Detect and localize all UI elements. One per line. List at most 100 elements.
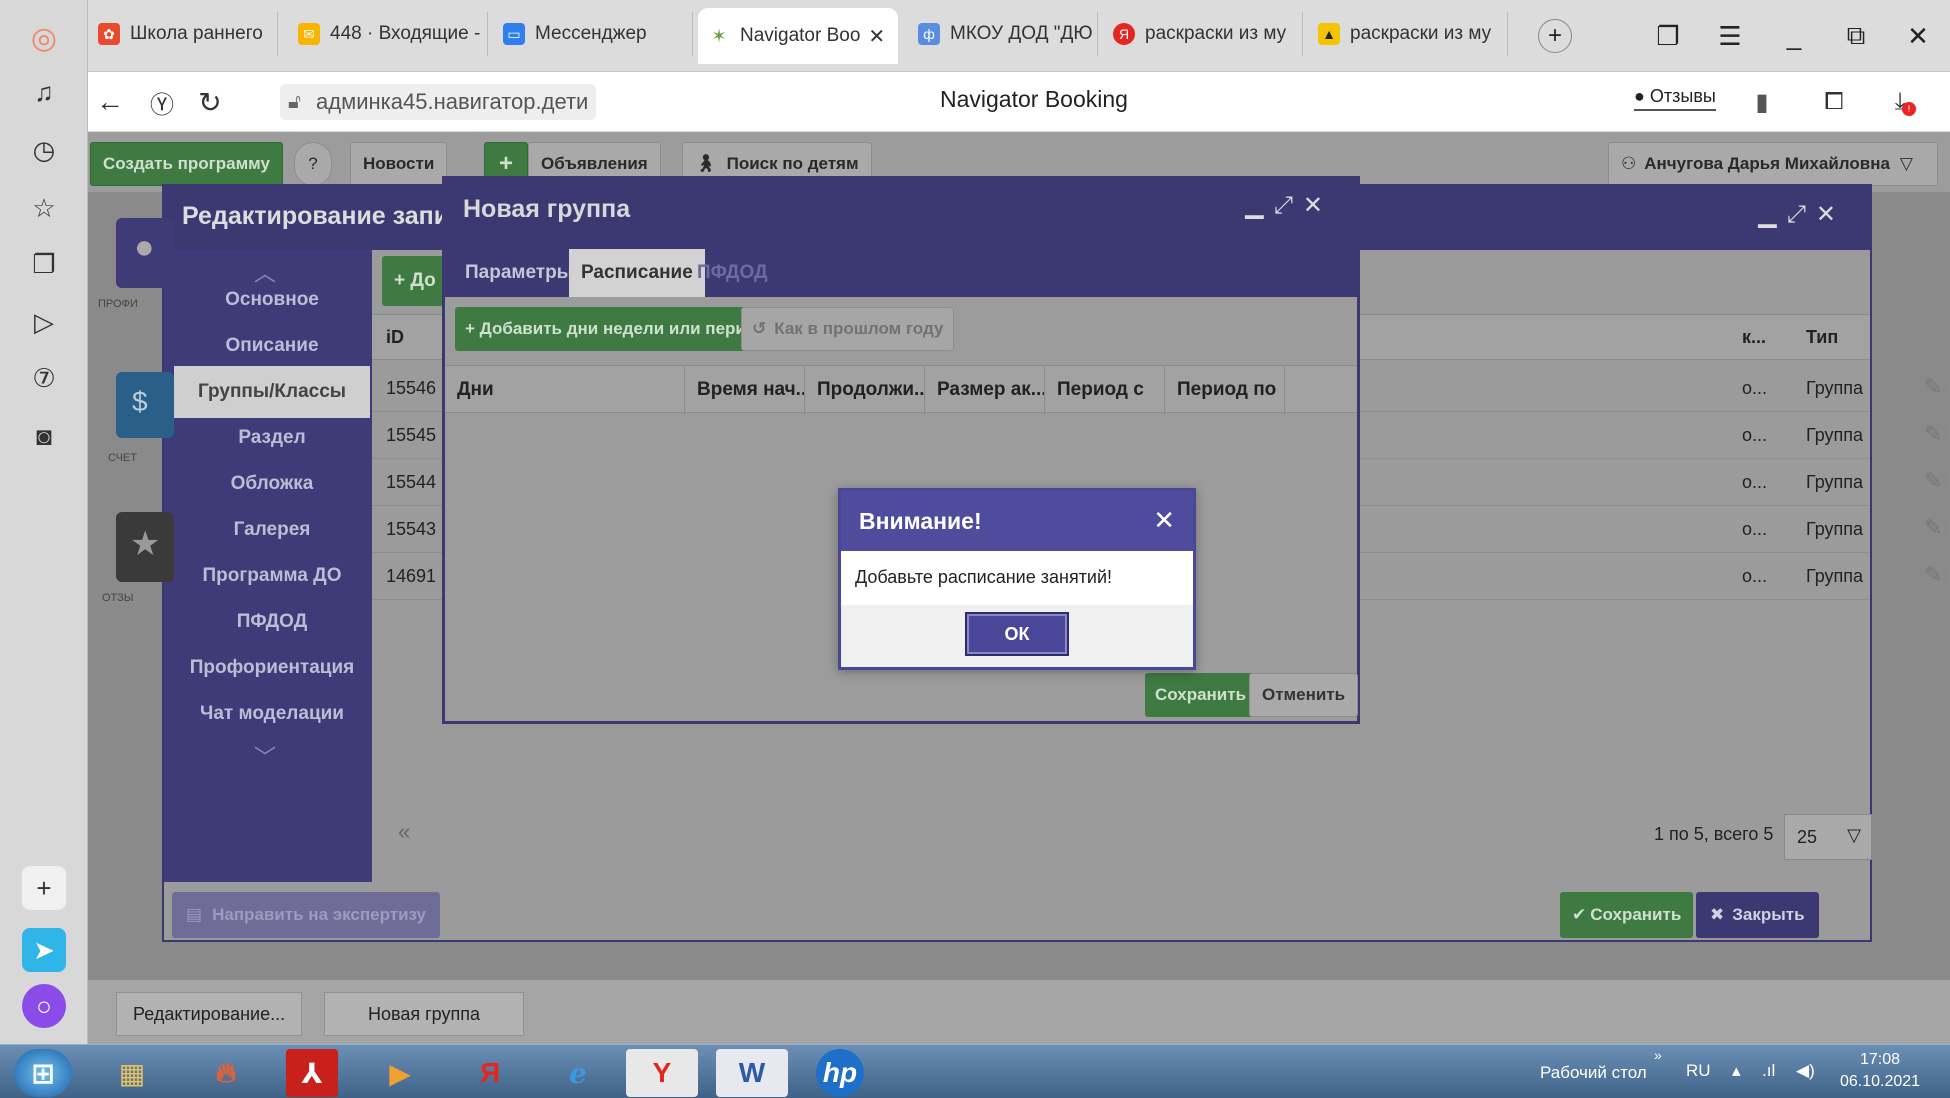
- scroll-down-icon[interactable]: ﹀: [254, 740, 276, 772]
- menu-item-program[interactable]: Программа ДО: [174, 550, 370, 602]
- hp-icon[interactable]: hp: [816, 1049, 864, 1097]
- pencil-icon[interactable]: ✎: [1924, 421, 1942, 447]
- minimize-icon[interactable]: ▁: [1758, 201, 1786, 228]
- column-start-time[interactable]: Время нач...: [685, 366, 805, 414]
- user-menu[interactable]: ⚇ Анчугова Дарья Михайловна ▽: [1608, 142, 1938, 186]
- speaker-icon[interactable]: ◀): [1796, 1061, 1815, 1081]
- signal-icon[interactable]: .ıl: [1762, 1061, 1775, 1081]
- calendar-icon[interactable]: ⑦: [22, 356, 66, 400]
- add-days-button[interactable]: + Добавить дни недели или период: [455, 307, 777, 351]
- yandex-y-icon[interactable]: Ⓨ: [142, 82, 182, 122]
- ie-icon[interactable]: ℯ: [542, 1049, 614, 1097]
- close-window-button[interactable]: ✕: [1898, 16, 1938, 56]
- column-days[interactable]: Дни: [445, 366, 685, 414]
- close-icon[interactable]: ✕: [1816, 201, 1846, 228]
- explorer-icon[interactable]: ▦: [96, 1049, 168, 1097]
- send-expertise-button[interactable]: ▤ Направить на экспертизу: [172, 892, 441, 938]
- maximize-icon[interactable]: ⤢: [1787, 201, 1816, 228]
- menu-item-chat[interactable]: Чат моделации: [174, 688, 370, 740]
- outer-save-button[interactable]: ✔ Сохранить: [1560, 892, 1694, 938]
- create-program-button[interactable]: Создать программу: [90, 142, 283, 186]
- menu-item-main[interactable]: Основное: [174, 274, 370, 326]
- close-icon[interactable]: ✕: [1153, 505, 1175, 536]
- menu-item-gallery[interactable]: Галерея: [174, 504, 370, 556]
- column-period-to[interactable]: Период по: [1165, 366, 1285, 414]
- account-tile[interactable]: $: [116, 372, 174, 438]
- tab-messenger[interactable]: ▭ Мессенджер: [493, 12, 693, 56]
- tray-up-icon[interactable]: ▴: [1732, 1061, 1741, 1081]
- reload-icon[interactable]: ↻: [190, 82, 230, 122]
- window-controls[interactable]: ▁⤢✕: [1758, 200, 1846, 229]
- bookmark-icon[interactable]: ▮: [1742, 82, 1782, 122]
- word-icon[interactable]: W: [716, 1049, 788, 1097]
- column-duration[interactable]: Продолжи...: [805, 366, 925, 414]
- acrobat-icon[interactable]: ⅄: [286, 1049, 338, 1097]
- star-icon[interactable]: ☆: [22, 186, 66, 230]
- desktop-label[interactable]: Рабочий стол: [1540, 1063, 1647, 1083]
- window-item-edit[interactable]: Редактирование...: [116, 992, 303, 1036]
- restore-button[interactable]: ⧉: [1836, 16, 1876, 56]
- yandex-app-icon[interactable]: Y: [626, 1049, 698, 1097]
- pager-prev-button[interactable]: «: [398, 819, 410, 845]
- column-period-from[interactable]: Период с: [1045, 366, 1165, 414]
- play-icon[interactable]: ▷: [22, 300, 66, 344]
- inner-save-button[interactable]: Сохранить: [1145, 673, 1257, 717]
- ok-button[interactable]: ОК: [965, 612, 1069, 656]
- help-icon[interactable]: ?: [294, 142, 332, 186]
- menu-item-section[interactable]: Раздел: [174, 412, 370, 464]
- feedback-button[interactable]: ● Отзывы: [1634, 86, 1716, 111]
- window-item-new-group[interactable]: Новая группа: [324, 992, 524, 1036]
- tab-mail[interactable]: ✉ 448 · Входящие -: [288, 12, 488, 56]
- minimize-button[interactable]: _: [1774, 16, 1814, 56]
- tab-navigator[interactable]: ✶ Navigator Boo ✕: [698, 8, 898, 64]
- chevron-right-icon[interactable]: »: [1654, 1047, 1662, 1063]
- menu-item-groups[interactable]: Группы/Классы: [174, 366, 370, 418]
- tab-mkou[interactable]: ф МКОУ ДОД "ДЮ: [908, 12, 1098, 56]
- close-tab-icon[interactable]: ✕: [868, 24, 885, 49]
- pencil-icon[interactable]: ✎: [1924, 562, 1942, 588]
- back-icon[interactable]: ←: [90, 82, 130, 122]
- news-button[interactable]: Новости: [350, 142, 448, 186]
- outer-close-button[interactable]: ✖ Закрыть: [1696, 892, 1819, 938]
- menu-item-pfdod[interactable]: ПФДОД: [174, 596, 370, 648]
- pencil-icon[interactable]: ✎: [1924, 374, 1942, 400]
- page-size-select[interactable]: 25 ▽: [1784, 814, 1872, 860]
- last-year-button[interactable]: ↺ Как в прошлом году: [741, 307, 955, 351]
- menu-icon[interactable]: ☰: [1710, 16, 1750, 56]
- menu-item-career[interactable]: Профориентация: [174, 642, 370, 694]
- browser-logo-icon[interactable]: ◎: [22, 16, 66, 60]
- new-tab-button[interactable]: +: [1538, 19, 1572, 53]
- tab-school[interactable]: ✿ Школа раннего: [88, 12, 278, 56]
- tab-parameters[interactable]: Параметры: [453, 249, 585, 297]
- column-size[interactable]: Размер ак....: [925, 366, 1045, 414]
- pencil-icon[interactable]: ✎: [1924, 515, 1942, 541]
- maximize-icon[interactable]: ⤢: [1274, 192, 1303, 219]
- bell-icon[interactable]: ♫: [22, 70, 66, 114]
- collections-icon[interactable]: ❐: [22, 242, 66, 286]
- reviews-tile[interactable]: ★: [116, 512, 174, 582]
- camera-icon[interactable]: ◙: [22, 414, 66, 458]
- profile-tile[interactable]: ●: [116, 218, 174, 288]
- yandex-browser-icon[interactable]: Я: [454, 1049, 526, 1097]
- clock-icon[interactable]: ◷: [22, 128, 66, 172]
- tab-manager-icon[interactable]: ❐: [1648, 16, 1688, 56]
- start-button[interactable]: ⊞: [14, 1049, 72, 1097]
- close-icon[interactable]: ✕: [1303, 192, 1333, 219]
- url-field[interactable]: 🔓︎ админка45.навигатор.дети: [280, 84, 597, 120]
- reader-icon[interactable]: ⧠: [1814, 82, 1854, 122]
- player-icon[interactable]: ▶: [364, 1049, 436, 1097]
- game-icon[interactable]: 🔥︎: [190, 1049, 262, 1097]
- pencil-icon[interactable]: ✎: [1924, 468, 1942, 494]
- language-indicator[interactable]: RU: [1686, 1061, 1711, 1081]
- download-icon[interactable]: ⤓!: [1880, 82, 1920, 122]
- tab-image-coloring[interactable]: ▲ раскраски из му: [1308, 12, 1508, 56]
- add-icon[interactable]: +: [22, 866, 66, 910]
- menu-item-cover[interactable]: Обложка: [174, 458, 370, 510]
- alice-icon[interactable]: ○: [22, 984, 66, 1028]
- inner-cancel-button[interactable]: Отменить: [1249, 673, 1359, 717]
- menu-item-description[interactable]: Описание: [174, 320, 370, 372]
- minimize-icon[interactable]: ▁: [1245, 192, 1273, 219]
- tab-yandex-coloring[interactable]: Яраскраски из му: [1103, 12, 1303, 56]
- send-icon[interactable]: ➤: [22, 928, 66, 972]
- window-controls[interactable]: ▁⤢✕: [1245, 191, 1333, 220]
